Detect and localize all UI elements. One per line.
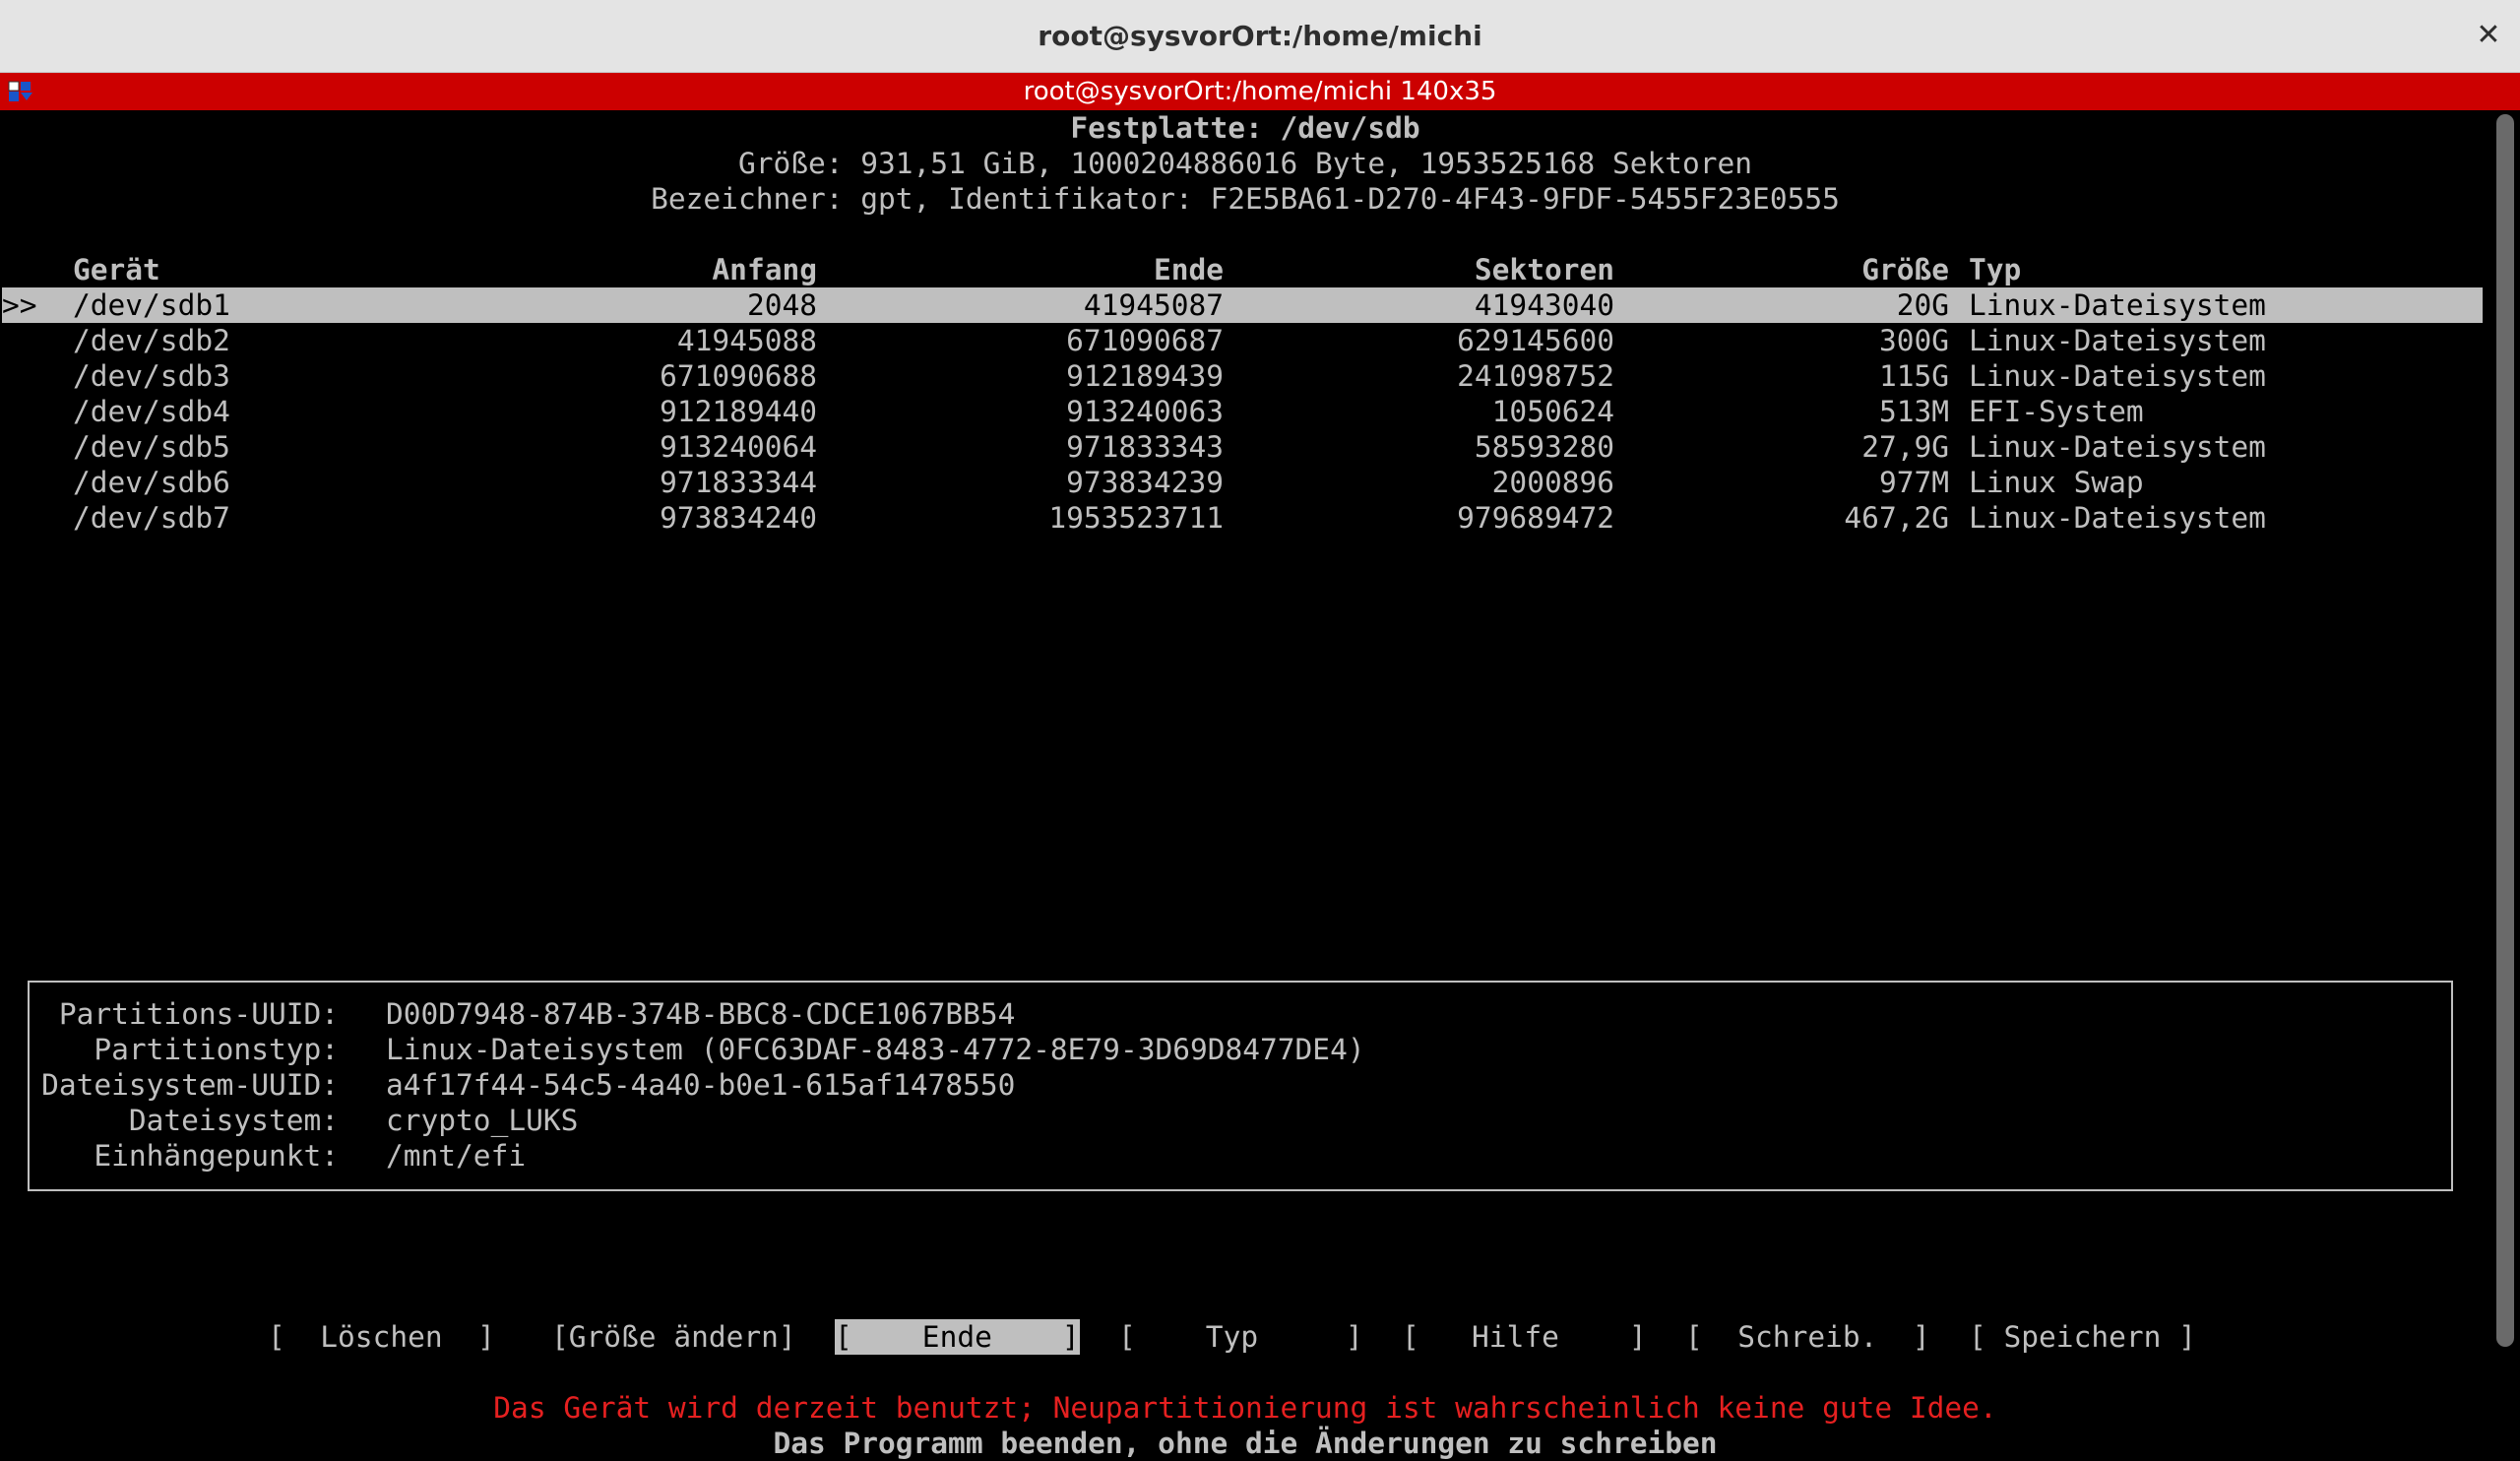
row-type: Linux-Dateisystem <box>1969 359 2266 393</box>
window-titlebar[interactable]: root@sysvorOrt:/home/michi ✕ <box>0 0 2520 73</box>
detail-value: crypto_LUKS <box>386 1104 579 1137</box>
terminal-scrollbar[interactable] <box>2490 110 2520 1355</box>
dump-button[interactable]: [ Speichern ] <box>1969 1319 2196 1355</box>
disk-size-info: Größe: 931,51 GiB, 1000204886016 Byte, 1… <box>737 147 1753 180</box>
row-end: 973834239 <box>1066 466 1224 499</box>
row-end: 913240063 <box>1066 395 1224 428</box>
row-end: 1953523711 <box>1048 501 1224 535</box>
row-size: 20G <box>1896 288 1949 322</box>
row-sectors: 979689472 <box>1457 501 1614 535</box>
detail-value: /mnt/efi <box>386 1139 527 1173</box>
partition-table-header: Gerät Anfang Ende Sektoren Größe Typ <box>0 252 2490 287</box>
partition-row[interactable]: /dev/sdb7 973834240 1953523711 979689472… <box>0 500 2490 536</box>
col-type: Typ <box>1969 253 2022 286</box>
type-button[interactable]: [ Typ ] <box>1118 1319 1363 1355</box>
detail-label: Partitions-UUID: <box>58 997 339 1031</box>
row-size: 513M <box>1878 395 1949 428</box>
scrollbar-thumb[interactable] <box>2496 114 2514 1347</box>
row-start: 973834240 <box>660 501 817 535</box>
row-sectors: 241098752 <box>1457 359 1614 393</box>
detail-label: Einhängepunkt: <box>94 1139 339 1173</box>
warning-message: Das Gerät wird derzeit benutzt; Neuparti… <box>493 1391 1997 1425</box>
row-start: 913240064 <box>660 430 817 464</box>
row-size: 467,2G <box>1844 501 1949 535</box>
window-title: root@sysvorOrt:/home/michi <box>1038 20 1482 52</box>
hint-message: Das Programm beenden, ohne die Änderunge… <box>773 1427 1718 1460</box>
col-device: Gerät <box>73 253 160 286</box>
row-type: Linux-Dateisystem <box>1969 501 2266 535</box>
row-end: 971833343 <box>1066 430 1224 464</box>
terminal-screen[interactable]: Festplatte: /dev/sdb Größe: 931,51 GiB, … <box>0 110 2490 1460</box>
terminal-header: root@sysvorOrt:/home/michi 140x35 <box>0 73 2520 110</box>
resize-button[interactable]: [Größe ändern] <box>551 1319 796 1355</box>
col-size: Größe <box>1861 253 1949 286</box>
row-sectors: 41943040 <box>1474 288 1614 322</box>
row-type: Linux-Dateisystem <box>1969 288 2266 322</box>
row-device: /dev/sdb7 <box>73 501 230 535</box>
row-start: 912189440 <box>660 395 817 428</box>
row-type: Linux Swap <box>1969 466 2144 499</box>
row-sectors: 58593280 <box>1474 430 1614 464</box>
close-icon[interactable]: ✕ <box>2467 14 2510 57</box>
detail-value: a4f17f44-54c5-4a40-b0e1-615af1478550 <box>386 1068 1016 1102</box>
row-end: 41945087 <box>1083 288 1224 322</box>
row-size: 977M <box>1878 466 1949 499</box>
row-size: 27,9G <box>1861 430 1949 464</box>
row-device: /dev/sdb6 <box>73 466 230 499</box>
row-sectors: 629145600 <box>1457 324 1614 357</box>
detail-label: Partitionstyp: <box>94 1033 339 1066</box>
row-start: 971833344 <box>660 466 817 499</box>
row-device: /dev/sdb2 <box>73 324 230 357</box>
row-start: 671090688 <box>660 359 817 393</box>
partition-row[interactable]: /dev/sdb4 912189440 913240063 1050624 51… <box>0 394 2490 429</box>
terminal-title: root@sysvorOrt:/home/michi 140x35 <box>1023 77 1497 106</box>
partition-row[interactable]: /dev/sdb5 913240064 971833343 58593280 2… <box>0 429 2490 465</box>
row-start: 41945088 <box>676 324 817 357</box>
row-end: 912189439 <box>1066 359 1224 393</box>
row-start: 2048 <box>746 288 817 322</box>
partition-details-box: Partitions-UUID: D00D7948-874B-374B-BBC8… <box>28 981 2453 1191</box>
row-device: /dev/sdb5 <box>73 430 230 464</box>
partition-row[interactable]: /dev/sdb6 971833344 973834239 2000896 97… <box>0 465 2490 500</box>
write-button[interactable]: [ Schreib. ] <box>1685 1319 1930 1355</box>
detail-label: Dateisystem: <box>128 1104 339 1137</box>
disk-label-info: Bezeichner: gpt, Identifikator: F2E5BA61… <box>651 182 1840 216</box>
selection-marker: >> <box>2 288 37 322</box>
row-device: /dev/sdb3 <box>73 359 230 393</box>
detail-value: D00D7948-874B-374B-BBC8-CDCE1067BB54 <box>386 997 1016 1031</box>
detail-value: Linux-Dateisystem (0FC63DAF-8483-4772-8E… <box>386 1033 1365 1066</box>
row-size: 300G <box>1878 324 1949 357</box>
row-sectors: 2000896 <box>1491 466 1614 499</box>
row-type: Linux-Dateisystem <box>1969 430 2266 464</box>
row-end: 671090687 <box>1066 324 1224 357</box>
help-button[interactable]: [ Hilfe ] <box>1402 1319 1647 1355</box>
col-sectors: Sektoren <box>1474 253 1614 286</box>
partition-row[interactable]: /dev/sdb2 41945088 671090687 629145600 3… <box>0 323 2490 358</box>
delete-button[interactable]: [ Löschen ] <box>268 1319 495 1355</box>
partition-row[interactable]: /dev/sdb3 671090688 912189439 241098752 … <box>0 358 2490 394</box>
row-type: EFI-System <box>1969 395 2144 428</box>
disk-heading: Festplatte: /dev/sdb <box>1070 111 1420 145</box>
row-device: /dev/sdb4 <box>73 395 230 428</box>
row-device: /dev/sdb1 <box>73 288 230 322</box>
detail-label: Dateisystem-UUID: <box>41 1068 339 1102</box>
col-end: Ende <box>1153 253 1224 286</box>
row-sectors: 1050624 <box>1491 395 1614 428</box>
row-type: Linux-Dateisystem <box>1969 324 2266 357</box>
col-start: Anfang <box>712 253 817 286</box>
row-size: 115G <box>1878 359 1949 393</box>
partition-row-selected[interactable]: >> /dev/sdb1 2048 41945087 41943040 20G … <box>2 287 2483 323</box>
quit-button[interactable]: [ Ende ] <box>835 1319 1080 1355</box>
